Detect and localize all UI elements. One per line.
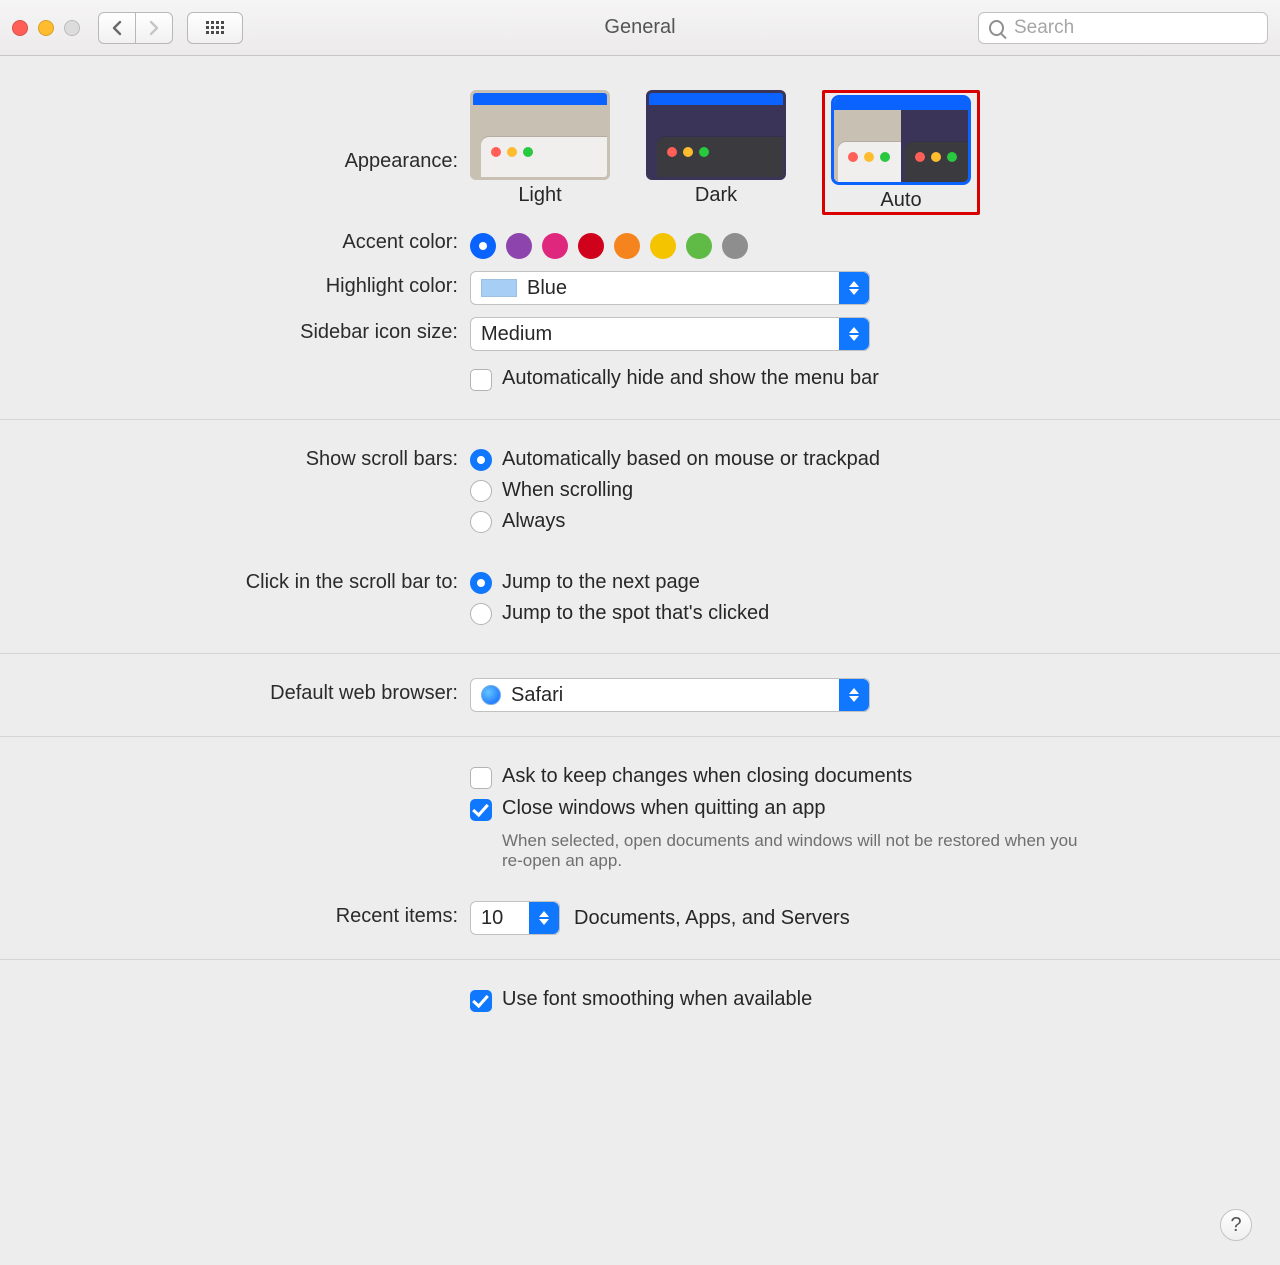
back-button[interactable] [98,12,136,44]
click-scrollbar-label: Click in the scroll bar to: [0,567,470,594]
sidebar-icon-size-label: Sidebar icon size: [0,317,470,344]
popup-arrows-icon [529,902,559,934]
appearance-option-auto-label: Auto [831,189,971,212]
accent-color-swatch[interactable] [506,233,532,259]
popup-arrows-icon [839,679,869,711]
radio-icon [470,511,492,533]
recent-items-popup[interactable]: 10 [470,901,560,935]
appearance-row: Appearance: Light Dark [0,84,1280,221]
search-input[interactable] [1012,16,1257,40]
click-scrollbar-row: Click in the scroll bar to: Jump to the … [0,561,1280,635]
radio-icon [470,603,492,625]
checkbox-icon [470,799,492,821]
accent-color-swatch[interactable] [542,233,568,259]
appearance-option-dark[interactable]: Dark [646,90,786,215]
window-titlebar: General [0,0,1280,56]
appearance-label: Appearance: [0,90,470,173]
scrollbars-always-label: Always [502,510,565,533]
scrollbars-auto-label: Automatically based on mouse or trackpad [502,448,880,471]
highlight-color-value: Blue [527,277,567,300]
highlight-swatch-icon [481,279,517,297]
accent-color-swatch[interactable] [686,233,712,259]
sidebar-icon-size-row: Sidebar icon size: Medium [0,311,1280,357]
appearance-option-dark-label: Dark [646,184,786,207]
ask-keep-changes-label: Ask to keep changes when closing documen… [502,765,912,788]
close-windows-on-quit-label: Close windows when quitting an app [502,797,826,820]
click-scrollbar-page-radio[interactable]: Jump to the next page [470,567,1150,598]
nav-buttons [98,12,173,44]
highlight-color-popup[interactable]: Blue [470,271,870,305]
section-divider [0,959,1280,960]
help-icon: ? [1230,1214,1241,1237]
default-browser-popup[interactable]: Safari [470,678,870,712]
click-scrollbar-spot-label: Jump to the spot that's clicked [502,602,769,625]
click-scrollbar-page-label: Jump to the next page [502,571,700,594]
checkbox-icon [470,990,492,1012]
recent-items-value: 10 [481,907,503,930]
radio-icon [470,480,492,502]
recent-items-row: Recent items: 10 Documents, Apps, and Se… [0,895,1280,941]
search-icon [989,20,1004,36]
section-divider [0,736,1280,737]
sidebar-icon-size-value: Medium [481,323,552,346]
show-scrollbars-row: Show scroll bars: Automatically based on… [0,438,1280,543]
checkbox-icon [470,369,492,391]
default-browser-value: Safari [511,684,563,707]
popup-arrows-icon [839,272,869,304]
minimize-window-button[interactable] [38,20,54,36]
radio-icon [470,449,492,471]
checkbox-icon [470,767,492,789]
accent-color-swatch[interactable] [470,233,496,259]
default-browser-label: Default web browser: [0,678,470,705]
font-smoothing-checkbox[interactable]: Use font smoothing when available [470,984,1150,1016]
safari-icon [481,685,501,705]
section-divider [0,419,1280,420]
recent-items-label: Recent items: [0,901,470,928]
highlight-color-row: Highlight color: Blue [0,265,1280,311]
scrollbars-when-scrolling-label: When scrolling [502,479,633,502]
accent-color-row: Accent color: [0,221,1280,265]
help-button[interactable]: ? [1220,1209,1252,1241]
scrollbars-auto-radio[interactable]: Automatically based on mouse or trackpad [470,444,1150,475]
close-window-button[interactable] [12,20,28,36]
menubar-autohide-label: Automatically hide and show the menu bar [502,367,879,390]
appearance-option-light-label: Light [470,184,610,207]
chevron-right-icon [148,20,160,36]
close-windows-on-quit-checkbox[interactable]: Close windows when quitting an app [470,793,1150,825]
appearance-option-auto[interactable]: Auto [831,95,971,212]
accent-color-swatch[interactable] [722,233,748,259]
grid-icon [206,21,224,35]
appearance-option-light[interactable]: Light [470,90,610,215]
section-divider [0,653,1280,654]
documents-options-row: Ask to keep changes when closing documen… [0,755,1280,877]
accent-color-swatch[interactable] [578,233,604,259]
font-smoothing-label: Use font smoothing when available [502,988,812,1011]
traffic-lights [12,20,80,36]
recent-items-suffix: Documents, Apps, and Servers [574,907,850,930]
show-scrollbars-label: Show scroll bars: [0,444,470,471]
appearance-auto-highlight: Auto [822,90,980,215]
preferences-content: Appearance: Light Dark [0,56,1280,1062]
default-browser-row: Default web browser: Safari [0,672,1280,718]
forward-button [135,12,173,44]
scrollbars-always-radio[interactable]: Always [470,506,1150,537]
search-field[interactable] [978,12,1268,44]
accent-color-swatch[interactable] [650,233,676,259]
ask-keep-changes-checkbox[interactable]: Ask to keep changes when closing documen… [470,761,1150,793]
highlight-color-label: Highlight color: [0,271,470,298]
radio-icon [470,572,492,594]
zoom-window-button [64,20,80,36]
scrollbars-when-scrolling-radio[interactable]: When scrolling [470,475,1150,506]
menubar-autohide-checkbox[interactable]: Automatically hide and show the menu bar [470,363,1150,395]
chevron-left-icon [111,20,123,36]
show-all-button[interactable] [187,12,243,44]
accent-color-swatch[interactable] [614,233,640,259]
popup-arrows-icon [839,318,869,350]
font-smoothing-row: Use font smoothing when available [0,978,1280,1022]
accent-color-label: Accent color: [0,227,470,254]
close-windows-help-text: When selected, open documents and window… [502,831,1082,871]
sidebar-icon-size-popup[interactable]: Medium [470,317,870,351]
menubar-autohide-row: Automatically hide and show the menu bar [0,357,1280,401]
click-scrollbar-spot-radio[interactable]: Jump to the spot that's clicked [470,598,1150,629]
